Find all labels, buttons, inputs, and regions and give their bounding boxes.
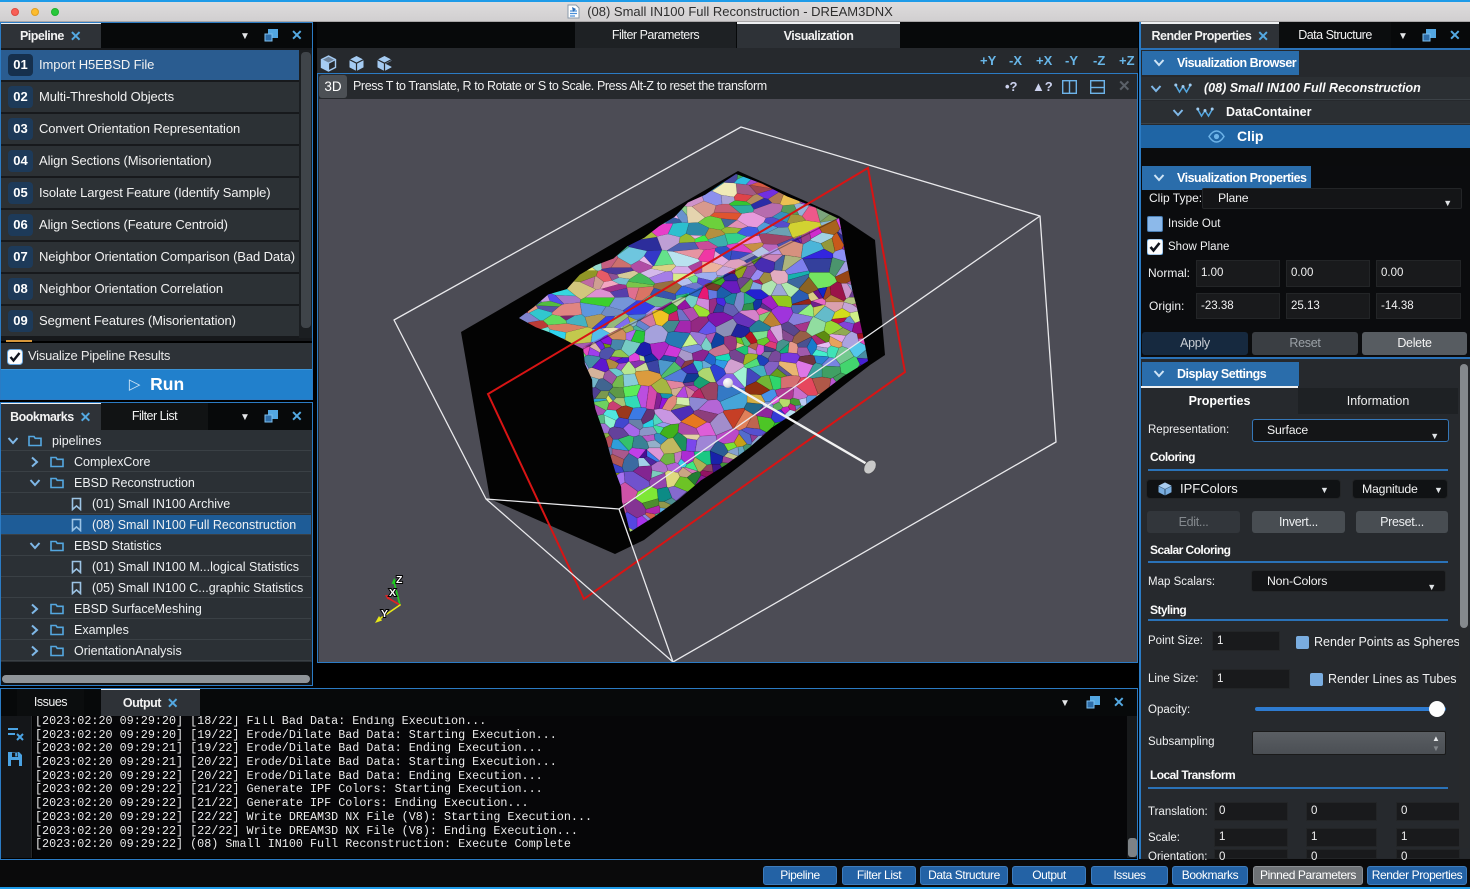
svg-text:X: X — [389, 587, 396, 599]
svg-text:Y: Y — [381, 608, 388, 620]
svg-text:Z: Z — [396, 574, 403, 586]
